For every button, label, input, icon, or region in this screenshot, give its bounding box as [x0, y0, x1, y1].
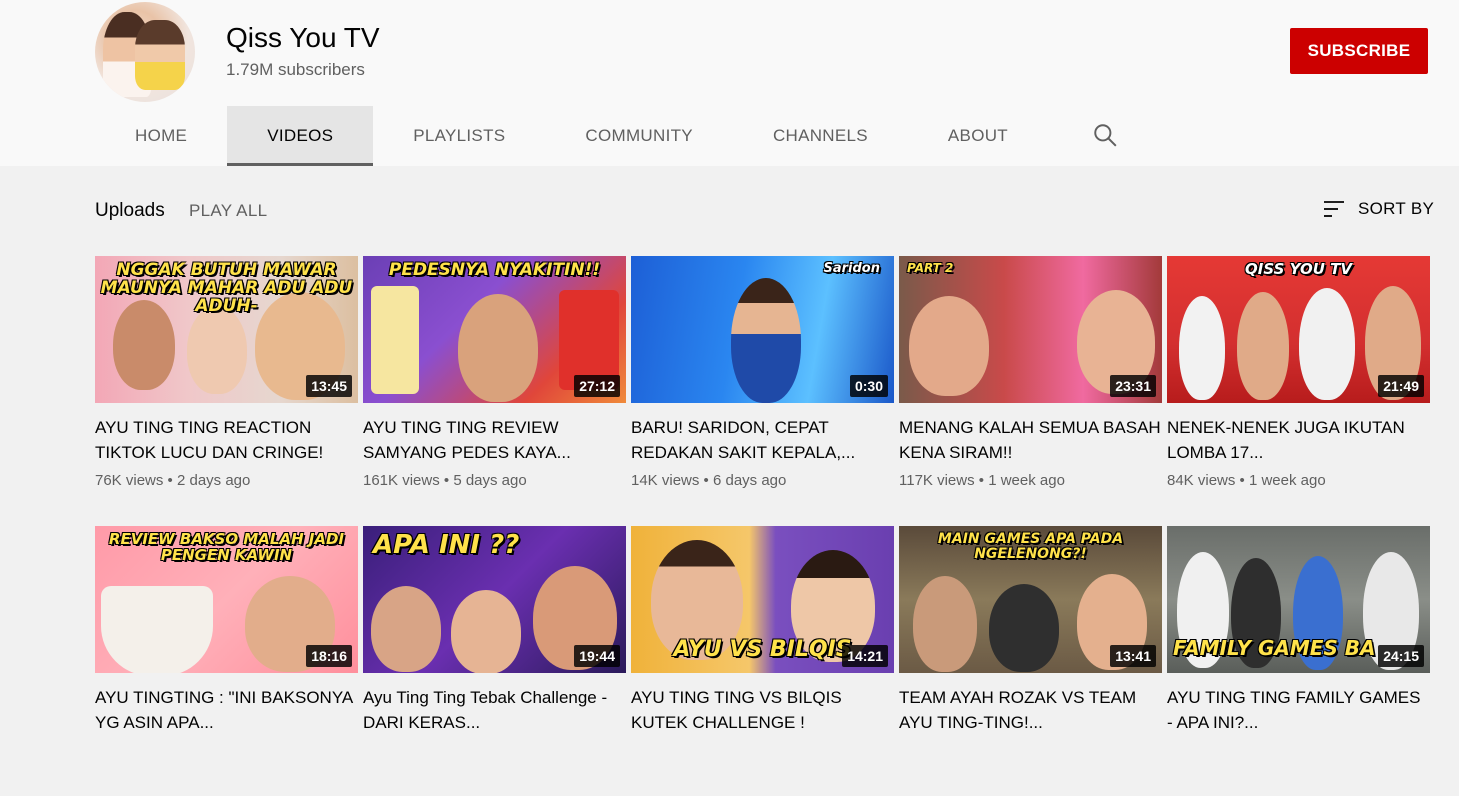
- thumbnail-person: [1237, 292, 1289, 400]
- view-count: 76K views: [95, 472, 164, 489]
- video-card[interactable]: REVIEW BAKSO MALAH JADI PENGEN KAWIN 18:…: [95, 526, 358, 796]
- thumbnail-caption: PART 2: [907, 261, 954, 275]
- video-thumbnail[interactable]: NGGAK BUTUH MAWAR MAUNYA MAHAR ADU ADU A…: [95, 256, 358, 403]
- tab-community[interactable]: COMMUNITY: [545, 106, 733, 166]
- thumbnail-person: [371, 586, 441, 672]
- upload-age: 2 days ago: [176, 472, 251, 489]
- video-title[interactable]: AYU TING TING REVIEW SAMYANG PEDES KAYA.…: [363, 415, 626, 465]
- video-card[interactable]: AYU VS BILQIS 14:21 AYU TING TING VS BIL…: [631, 526, 894, 796]
- thumbnail-bowl: [101, 586, 213, 673]
- thumbnail-person: [458, 294, 538, 402]
- upload-age: 1 week ago: [1248, 472, 1326, 489]
- thumbnail-person: [187, 306, 247, 394]
- video-card[interactable]: PART 2 23:31 MENANG KALAH SEMUA BASAH KE…: [899, 256, 1162, 526]
- search-icon[interactable]: [1092, 122, 1118, 148]
- view-count: 161K views: [363, 472, 440, 489]
- avatar-person-child: [135, 20, 185, 90]
- video-meta: 161K views • 5 days ago: [363, 472, 527, 489]
- sort-icon: [1324, 201, 1344, 217]
- video-meta: 84K views • 1 week ago: [1167, 472, 1326, 489]
- view-count: 117K views: [899, 472, 975, 489]
- thumbnail-person: [1299, 288, 1355, 400]
- video-thumbnail[interactable]: MAIN GAMES APA PADA NGELENONG?! 13:41: [899, 526, 1162, 673]
- uploads-heading: Uploads: [95, 200, 165, 221]
- video-thumbnail[interactable]: FAMILY GAMES BA 24:15: [1167, 526, 1430, 673]
- video-duration: 21:49: [1378, 375, 1424, 397]
- thumbnail-person: [913, 576, 977, 672]
- tab-about[interactable]: ABOUT: [908, 106, 1048, 166]
- upload-age: 5 days ago: [453, 472, 527, 489]
- video-duration: 0:30: [849, 375, 888, 397]
- video-card[interactable]: FAMILY GAMES BA 24:15 AYU TING TING FAMI…: [1167, 526, 1430, 796]
- video-title[interactable]: MENANG KALAH SEMUA BASAH KENA SIRAM!!: [899, 415, 1162, 465]
- video-duration: 27:12: [574, 375, 620, 397]
- video-title[interactable]: NENEK-NENEK JUGA IKUTAN LOMBA 17...: [1167, 415, 1430, 465]
- video-card[interactable]: NGGAK BUTUH MAWAR MAUNYA MAHAR ADU ADU A…: [95, 256, 358, 526]
- video-meta: 76K views • 2 days ago: [95, 472, 251, 489]
- tab-channels[interactable]: CHANNELS: [733, 106, 908, 166]
- thumbnail-caption: QISS YOU TV: [1245, 260, 1352, 278]
- video-title[interactable]: AYU TINGTING : "INI BAKSONYA YG ASIN APA…: [95, 685, 358, 735]
- video-title[interactable]: AYU TING TING REACTION TIKTOK LUCU DAN C…: [95, 415, 358, 465]
- video-thumbnail[interactable]: AYU VS BILQIS 14:21: [631, 526, 894, 673]
- channel-name: Qiss You TV: [226, 22, 380, 53]
- video-duration: 13:45: [306, 375, 352, 397]
- upload-age: 6 days ago: [712, 472, 787, 489]
- video-card[interactable]: QISS YOU TV 21:49 NENEK-NENEK JUGA IKUTA…: [1167, 256, 1430, 526]
- video-thumbnail[interactable]: QISS YOU TV 21:49: [1167, 256, 1430, 403]
- video-title[interactable]: Ayu Ting Ting Tebak Challenge - DARI KER…: [363, 685, 626, 735]
- thumbnail-person: [989, 584, 1059, 672]
- thumbnail-person: [451, 590, 521, 673]
- video-meta: 14K views • 6 days ago: [631, 472, 787, 489]
- video-thumbnail[interactable]: PEDESNYA NYAKITIN!! 27:12: [363, 256, 626, 403]
- thumbnail-caption: Saridon: [823, 261, 881, 276]
- tab-videos[interactable]: VIDEOS: [227, 106, 374, 166]
- video-duration: 19:44: [574, 645, 620, 667]
- video-title[interactable]: BARU! SARIDON, CEPAT REDAKAN SAKIT KEPAL…: [631, 415, 894, 465]
- channel-avatar[interactable]: [95, 2, 195, 102]
- video-card[interactable]: APA INI ?? 19:44 Ayu Ting Ting Tebak Cha…: [363, 526, 626, 796]
- video-thumbnail[interactable]: REVIEW BAKSO MALAH JADI PENGEN KAWIN 18:…: [95, 526, 358, 673]
- view-count: 84K views: [1167, 472, 1236, 489]
- video-title[interactable]: AYU TING TING FAMILY GAMES - APA INI?...: [1167, 685, 1430, 735]
- video-thumbnail[interactable]: PART 2 23:31: [899, 256, 1162, 403]
- video-duration: 23:31: [1110, 375, 1156, 397]
- sort-by-label: SORT BY: [1358, 199, 1435, 218]
- video-thumbnail[interactable]: APA INI ?? 19:44: [363, 526, 626, 673]
- thumbnail-person: [1179, 296, 1225, 400]
- channel-header: Qiss You TV 1.79M subscribers SUBSCRIBE …: [0, 0, 1459, 166]
- video-grid: NGGAK BUTUH MAWAR MAUNYA MAHAR ADU ADU A…: [95, 256, 1430, 796]
- video-duration: 18:16: [306, 645, 352, 667]
- thumbnail-caption: NGGAK BUTUH MAWAR MAUNYA MAHAR ADU ADU A…: [100, 260, 353, 316]
- upload-age: 1 week ago: [988, 472, 1065, 489]
- thumbnail-product: [371, 286, 419, 394]
- thumbnail-person: [909, 296, 989, 396]
- video-title[interactable]: AYU TING TING VS BILQIS KUTEK CHALLENGE …: [631, 685, 894, 735]
- thumbnail-caption: MAIN GAMES APA PADA NGELENONG?!: [937, 531, 1124, 562]
- thumbnail-person: [731, 278, 801, 403]
- video-duration: 14:21: [842, 645, 888, 667]
- video-title[interactable]: TEAM AYAH ROZAK VS TEAM AYU TING-TING!..…: [899, 685, 1162, 735]
- video-duration: 13:41: [1110, 645, 1156, 667]
- video-card[interactable]: MAIN GAMES APA PADA NGELENONG?! 13:41 TE…: [899, 526, 1162, 796]
- channel-tabs: HOME VIDEOS PLAYLISTS COMMUNITY CHANNELS…: [95, 106, 1048, 166]
- subscriber-count: 1.79M subscribers: [226, 60, 365, 79]
- sort-by-button[interactable]: SORT BY: [1322, 198, 1434, 220]
- view-count: 14K views: [631, 472, 700, 489]
- thumbnail-caption: APA INI ??: [373, 530, 520, 560]
- video-card[interactable]: Saridon 0:30 BARU! SARIDON, CEPAT REDAKA…: [631, 256, 894, 526]
- video-thumbnail[interactable]: Saridon 0:30: [631, 256, 894, 403]
- video-card[interactable]: PEDESNYA NYAKITIN!! 27:12 AYU TING TING …: [363, 256, 626, 526]
- thumbnail-caption: PEDESNYA NYAKITIN!!: [388, 260, 601, 280]
- video-meta: 117K views • 1 week ago: [899, 472, 1065, 489]
- subscribe-button[interactable]: SUBSCRIBE: [1290, 28, 1428, 74]
- play-all-button[interactable]: PLAY ALL: [189, 201, 267, 221]
- thumbnail-caption: REVIEW BAKSO MALAH JADI PENGEN KAWIN: [108, 530, 345, 564]
- tab-home[interactable]: HOME: [95, 106, 227, 166]
- video-duration: 24:15: [1378, 645, 1424, 667]
- tab-playlists[interactable]: PLAYLISTS: [373, 106, 545, 166]
